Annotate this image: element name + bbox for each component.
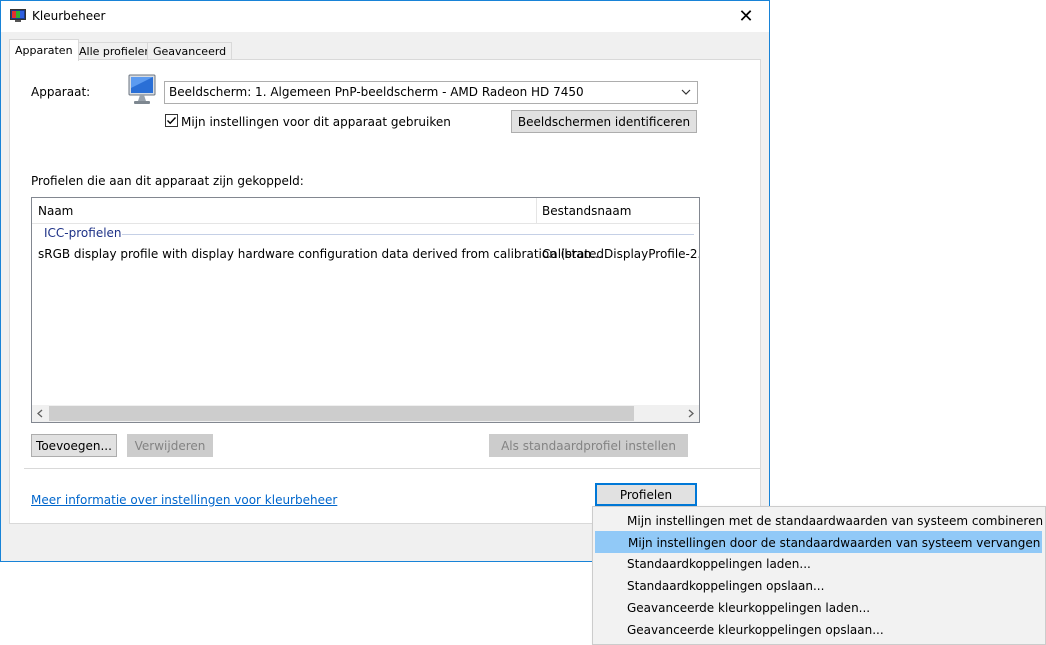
tab-geavanceerd[interactable]: Geavanceerd — [147, 42, 233, 60]
profiles-button[interactable]: Profielen — [595, 483, 697, 506]
chevron-down-icon[interactable] — [681, 84, 691, 103]
group-divider — [122, 234, 694, 235]
identify-displays-button[interactable]: Beeldschermen identificeren — [511, 110, 697, 133]
profiles-list[interactable]: Naam Bestandsnaam ICC-profielen sRGB dis… — [31, 197, 700, 423]
menu-item-load-default[interactable]: Standaardkoppelingen laden... — [595, 553, 1042, 575]
profiles-section-label: Profielen die aan dit apparaat zijn geko… — [31, 174, 304, 188]
tab-panel: Apparaat: Beeldscherm: 1. Algemeen PnP-b… — [9, 59, 761, 524]
title-bar[interactable]: Kleurbeheer ✕ — [1, 1, 769, 32]
profile-row-filename[interactable]: CalibratedDisplayProfile-2.icc — [542, 247, 699, 261]
chevron-right-icon[interactable] — [682, 406, 699, 421]
column-header-naam[interactable]: Naam — [32, 198, 73, 224]
monitor-icon — [128, 74, 158, 106]
profiles-dropdown-menu: Mijn instellingen met de standaardwaarde… — [592, 506, 1046, 645]
color-management-window: Kleurbeheer ✕ Apparaten Alle profielen G… — [0, 0, 770, 562]
chevron-left-icon[interactable] — [32, 406, 49, 421]
device-select[interactable]: Beeldscherm: 1. Algemeen PnP-beeldscherm… — [164, 81, 698, 104]
list-header: Naam Bestandsnaam — [32, 198, 699, 224]
scrollbar-thumb[interactable] — [49, 406, 634, 421]
device-select-value: Beeldscherm: 1. Algemeen PnP-beeldscherm… — [169, 85, 584, 99]
tab-alle-profielen[interactable]: Alle profielen — [73, 42, 158, 60]
use-my-settings-checkbox[interactable] — [165, 114, 178, 127]
add-button[interactable]: Toevoegen... — [31, 434, 117, 457]
color-management-icon — [10, 9, 26, 23]
profile-row-name[interactable]: sRGB display profile with display hardwa… — [38, 247, 603, 261]
remove-button[interactable]: Verwijderen — [127, 434, 213, 457]
window-title: Kleurbeheer — [32, 9, 106, 23]
column-header-bestandsnaam[interactable]: Bestandsnaam — [536, 198, 631, 224]
menu-item-save-default[interactable]: Standaardkoppelingen opslaan... — [595, 575, 1042, 597]
group-header-icc[interactable]: ICC-profielen — [44, 226, 122, 240]
use-my-settings-label[interactable]: Mijn instellingen voor dit apparaat gebr… — [181, 115, 451, 129]
menu-item-save-advanced[interactable]: Geavanceerde kleurkoppelingen opslaan... — [595, 619, 1042, 641]
close-icon[interactable]: ✕ — [723, 1, 769, 32]
device-label: Apparaat: — [31, 85, 91, 99]
divider — [24, 468, 760, 469]
menu-item-combine[interactable]: Mijn instellingen met de standaardwaarde… — [595, 510, 1043, 532]
horizontal-scrollbar[interactable] — [32, 405, 699, 422]
set-default-profile-button[interactable]: Als standaardprofiel instellen — [489, 434, 688, 457]
menu-item-load-advanced[interactable]: Geavanceerde kleurkoppelingen laden... — [595, 597, 1042, 619]
tab-apparaten[interactable]: Apparaten — [9, 39, 79, 61]
more-info-link[interactable]: Meer informatie over instellingen voor k… — [31, 493, 337, 507]
menu-item-replace[interactable]: Mijn instellingen door de standaardwaard… — [595, 531, 1042, 553]
